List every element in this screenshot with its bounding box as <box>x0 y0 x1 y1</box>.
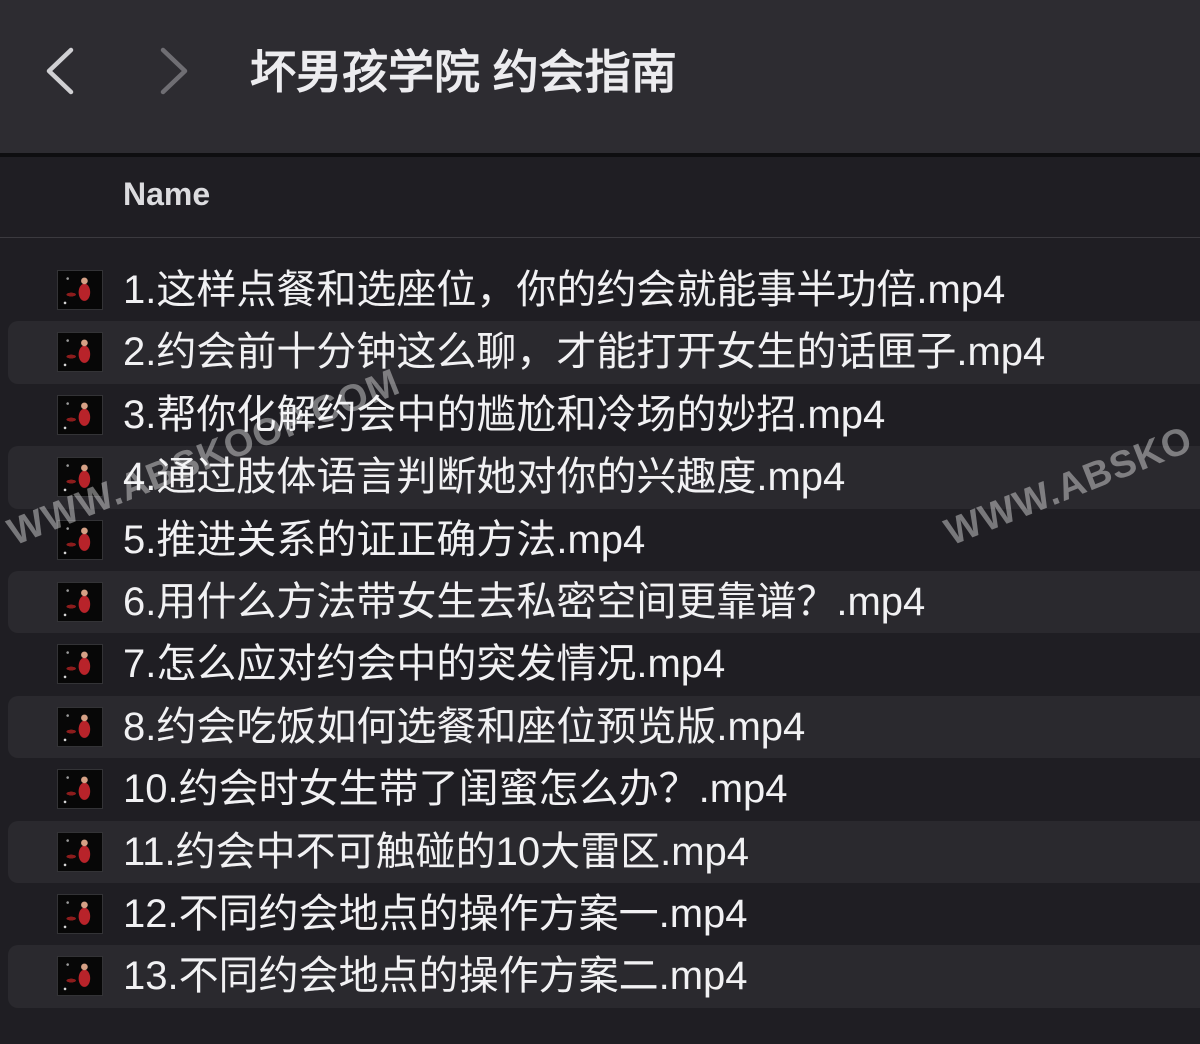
file-row[interactable]: 7.怎么应对约会中的突发情况.mp4 <box>8 633 1200 695</box>
file-row[interactable]: 8.约会吃饭如何选餐和座位预览版.mp4 <box>8 695 1200 759</box>
video-thumbnail <box>57 706 103 747</box>
video-thumbnail <box>57 831 103 872</box>
file-name: 4.通过肢体语言判断她对你的兴趣度.mp4 <box>123 455 846 500</box>
video-thumbnail <box>57 519 103 560</box>
file-row[interactable]: 2.约会前十分钟这么聊，才能打开女生的话匣子.mp4 <box>8 321 1200 384</box>
file-name: 7.怎么应对约会中的突发情况.mp4 <box>123 642 726 687</box>
file-name: 2.约会前十分钟这么聊，才能打开女生的话匣子.mp4 <box>123 330 1046 375</box>
video-thumbnail <box>57 332 103 373</box>
file-name: 8.约会吃饭如何选餐和座位预览版.mp4 <box>123 704 806 749</box>
video-thumbnail <box>57 394 103 435</box>
file-name: 12.不同约会地点的操作方案一.mp4 <box>123 891 748 936</box>
file-name: 1.这样点餐和选座位，你的约会就能事半功倍.mp4 <box>123 268 1006 312</box>
file-row[interactable]: 10.约会时女生带了闺蜜怎么办？.mp4 <box>8 758 1200 820</box>
file-row[interactable]: 5.推进关系的证正确方法.mp4 <box>8 509 1200 571</box>
file-row[interactable]: 1.这样点餐和选座位，你的约会就能事半功倍.mp4 <box>8 259 1200 321</box>
file-row[interactable]: 3.帮你化解约会中的尴尬和冷场的妙招.mp4 <box>8 384 1200 446</box>
file-name: 6.用什么方法带女生去私密空间更靠谱？.mp4 <box>123 579 926 624</box>
file-name: 13.不同约会地点的操作方案二.mp4 <box>123 954 748 999</box>
video-thumbnail <box>57 893 103 934</box>
video-thumbnail <box>57 769 103 810</box>
file-row[interactable]: 11.约会中不可触碰的10大雷区.mp4 <box>8 820 1200 883</box>
video-thumbnail <box>57 644 103 685</box>
video-thumbnail <box>57 956 103 997</box>
file-name: 10.约会时女生带了闺蜜怎么办？.mp4 <box>123 767 788 812</box>
video-thumbnail <box>57 270 103 310</box>
video-thumbnail <box>57 581 103 622</box>
file-name: 3.帮你化解约会中的尴尬和冷场的妙招.mp4 <box>123 392 886 437</box>
column-header-name[interactable]: Name <box>123 174 210 214</box>
file-row[interactable]: 12.不同约会地点的操作方案一.mp4 <box>8 883 1200 945</box>
forward-button[interactable] <box>156 46 190 96</box>
column-header: Name <box>0 157 1200 238</box>
file-row[interactable]: 6.用什么方法带女生去私密空间更靠谱？.mp4 <box>8 570 1200 634</box>
back-button[interactable] <box>44 46 78 96</box>
video-thumbnail <box>57 457 103 498</box>
window-title: 坏男孩学院 约会指南 <box>250 46 677 98</box>
file-name: 11.约会中不可触碰的10大雷区.mp4 <box>123 829 750 874</box>
chevron-left-icon <box>46 47 74 95</box>
toolbar: 坏男孩学院 约会指南 <box>0 0 1200 153</box>
file-row[interactable]: 4.通过肢体语言判断她对你的兴趣度.mp4 <box>8 446 1200 509</box>
file-list: 1.这样点餐和选座位，你的约会就能事半功倍.mp4 2.约会前十分钟这么聊，才能… <box>0 259 1200 1008</box>
file-row[interactable]: 13.不同约会地点的操作方案二.mp4 <box>8 945 1200 1008</box>
file-name: 5.推进关系的证正确方法.mp4 <box>123 517 646 562</box>
chevron-right-icon <box>160 47 188 95</box>
